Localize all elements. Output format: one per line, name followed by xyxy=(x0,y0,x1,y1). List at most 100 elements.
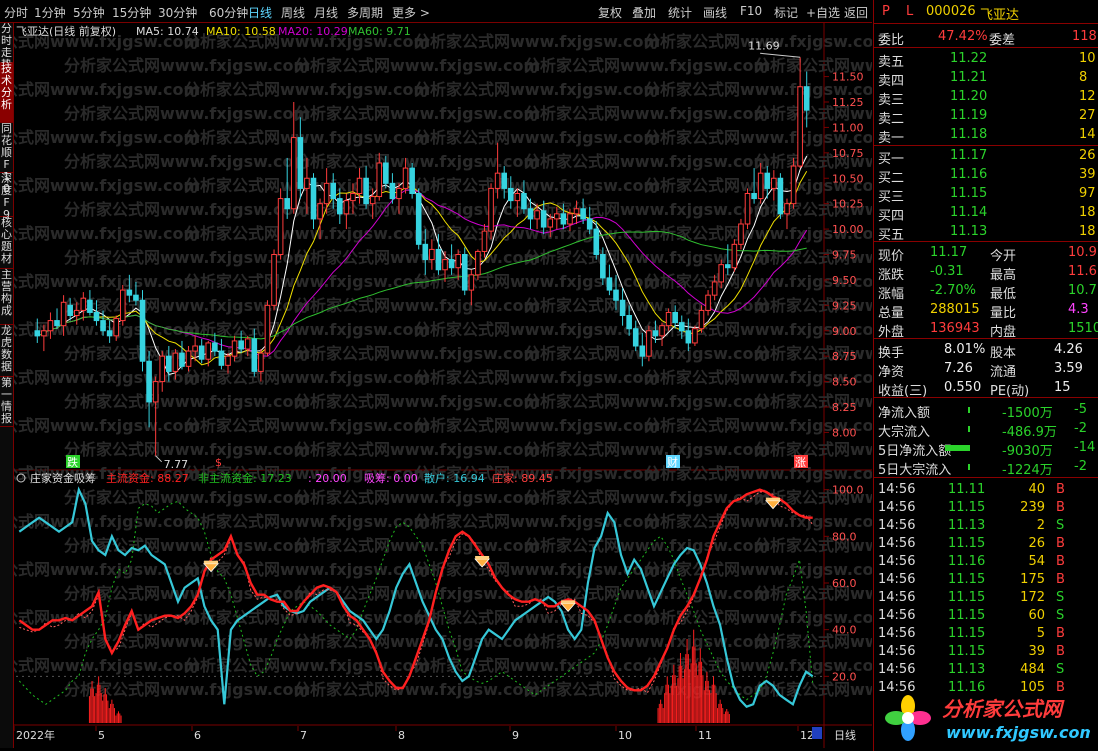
tick-time: 14:56 xyxy=(878,554,916,569)
sub-tick-label: 60.0 xyxy=(832,577,857,590)
stat-row: 收益(三) 0.550 PE(动) 15 xyxy=(874,379,1098,399)
ask-volume: 8 xyxy=(1079,70,1088,85)
flow-row: 大宗流入 -486.9万 -2 xyxy=(874,420,1098,440)
candle-body xyxy=(100,320,106,332)
period-tab[interactable]: 5分钟 xyxy=(73,4,105,21)
candle-body xyxy=(258,352,264,372)
left-tab[interactable]: 核心题材 xyxy=(0,217,13,269)
candle-body xyxy=(705,294,711,311)
candle-body xyxy=(106,330,113,337)
left-tab[interactable]: 分时走势 xyxy=(0,23,13,71)
tick-volume: 60 xyxy=(1028,608,1045,623)
candle-body xyxy=(336,198,343,215)
candle-body xyxy=(198,345,205,360)
stat-value: 11.17 xyxy=(930,245,968,260)
period-tab[interactable]: 日线 xyxy=(248,4,272,21)
period-tab[interactable]: 更多 > xyxy=(392,4,430,21)
period-tab[interactable]: 1分钟 xyxy=(34,4,66,21)
tool-button[interactable]: 叠加 xyxy=(632,4,656,21)
candle-body xyxy=(672,311,678,324)
sub-legend-item: 主流资金: 88.27 xyxy=(106,471,189,485)
candle-body xyxy=(369,196,376,205)
stat-label: 换手 xyxy=(878,346,905,361)
candle-body xyxy=(613,289,619,301)
period-tab[interactable]: 周线 xyxy=(281,4,305,21)
candle-body xyxy=(396,187,402,200)
candle-body xyxy=(317,203,323,220)
tick-row: 14:56 11.13 484 S xyxy=(874,661,1098,679)
candle-body xyxy=(41,330,47,337)
candle-body xyxy=(409,167,415,194)
left-tab[interactable]: 龙虎数据 xyxy=(0,325,13,377)
chart-area[interactable]: 分析家公式网www.fxjgsw.com分析家公式网www.fxjgsw.com… xyxy=(0,23,1000,748)
period-tab[interactable]: 多周期 xyxy=(347,4,383,21)
watermark-text: 分析家公式网www.fxjgsw.com xyxy=(184,80,430,99)
watermark-text: 分析家公式网www.fxjgsw.com xyxy=(64,632,310,651)
tick-side: B xyxy=(1056,482,1065,497)
period-tab[interactable]: 60分钟 xyxy=(209,4,248,21)
stat-label: 涨跌 xyxy=(878,268,905,283)
left-tab[interactable]: 技术分析 xyxy=(0,63,13,123)
bid-volume: 18 xyxy=(1079,205,1096,220)
diamond-signal-icon xyxy=(561,600,576,604)
candle-body xyxy=(685,330,692,344)
candle-body xyxy=(93,311,100,322)
left-tab[interactable]: 第一情报 xyxy=(0,377,13,427)
logo-title: 分析家公式网 xyxy=(942,697,1065,721)
candle-body xyxy=(738,223,744,245)
period-tab[interactable]: 15分钟 xyxy=(112,4,151,21)
tool-button[interactable]: 标记 xyxy=(774,4,798,21)
watermark-text: 分析家公式网www.fxjgsw.com xyxy=(294,392,540,411)
flow-value: -1224万 xyxy=(1002,463,1053,478)
tool-button[interactable]: 复权 xyxy=(598,4,622,21)
candle-body xyxy=(330,182,337,200)
left-tab[interactable]: 主营构成 xyxy=(0,269,13,325)
left-tab[interactable]: 深度F9 xyxy=(0,173,13,221)
watermark-text: 分析家公式网www.fxjgsw.com xyxy=(14,368,200,387)
tool-button[interactable]: 返回 xyxy=(844,4,868,21)
order-ratio-label: 委比 xyxy=(878,33,905,48)
watermark-text: 分析家公式网www.fxjgsw.com xyxy=(184,368,430,387)
stat-row: 换手 8.01% 股本 4.26 xyxy=(874,341,1098,361)
stat-label: 总量 xyxy=(878,306,905,321)
price-tick-label: 8.25 xyxy=(832,401,857,414)
candle-body xyxy=(665,311,672,327)
tool-button[interactable]: F10 xyxy=(740,4,762,18)
period-tab[interactable]: 30分钟 xyxy=(158,4,197,21)
left-tab[interactable]: 同花顺F10 xyxy=(0,123,13,195)
tick-price: 11.15 xyxy=(948,590,986,605)
stat-label: 最高 xyxy=(990,268,1017,283)
price-tick-label: 10.00 xyxy=(832,223,864,236)
stat-label: 今开 xyxy=(990,249,1017,264)
tick-time: 14:56 xyxy=(878,500,916,515)
candle-body xyxy=(600,254,606,279)
tool-button[interactable]: +自选 xyxy=(806,4,840,21)
watermark-text: 分析家公式网www.fxjgsw.com xyxy=(184,608,430,627)
tick-side: B xyxy=(1056,626,1065,641)
tool-button[interactable]: 统计 xyxy=(668,4,692,21)
stat-row: 涨跌 -0.31 最高 11.6 xyxy=(874,263,1098,283)
watermark-text: 分析家公式网www.fxjgsw.com xyxy=(14,560,200,579)
price-tick-label: 11.50 xyxy=(832,71,864,84)
stat-value: 7.26 xyxy=(944,361,973,376)
chart-svg[interactable]: 分析家公式网www.fxjgsw.com分析家公式网www.fxjgsw.com… xyxy=(0,23,1000,748)
candle-body xyxy=(692,328,698,344)
price-tick-label: 9.50 xyxy=(832,274,857,287)
period-tab[interactable]: 月线 xyxy=(314,4,338,21)
time-axis-label: 5 xyxy=(98,729,105,742)
period-tab[interactable]: 分时 xyxy=(4,4,28,21)
candle-body xyxy=(310,177,317,220)
tick-price: 11.15 xyxy=(948,626,986,641)
candle-body xyxy=(678,322,685,332)
tool-button[interactable]: 画线 xyxy=(703,4,727,21)
diamond-signal-icon xyxy=(204,560,219,564)
tick-price: 11.11 xyxy=(948,482,986,497)
watermark-text: 分析家公式网www.fxjgsw.com xyxy=(294,344,540,363)
candle-body xyxy=(757,172,764,200)
tick-side: S xyxy=(1056,608,1065,623)
tick-side: B xyxy=(1056,644,1065,659)
candle-body xyxy=(488,187,494,232)
candle-body xyxy=(718,264,725,283)
ask-row: 卖四 11.21 8 xyxy=(874,69,1098,89)
watermark-text: 分析家公式网www.fxjgsw.com xyxy=(14,80,200,99)
